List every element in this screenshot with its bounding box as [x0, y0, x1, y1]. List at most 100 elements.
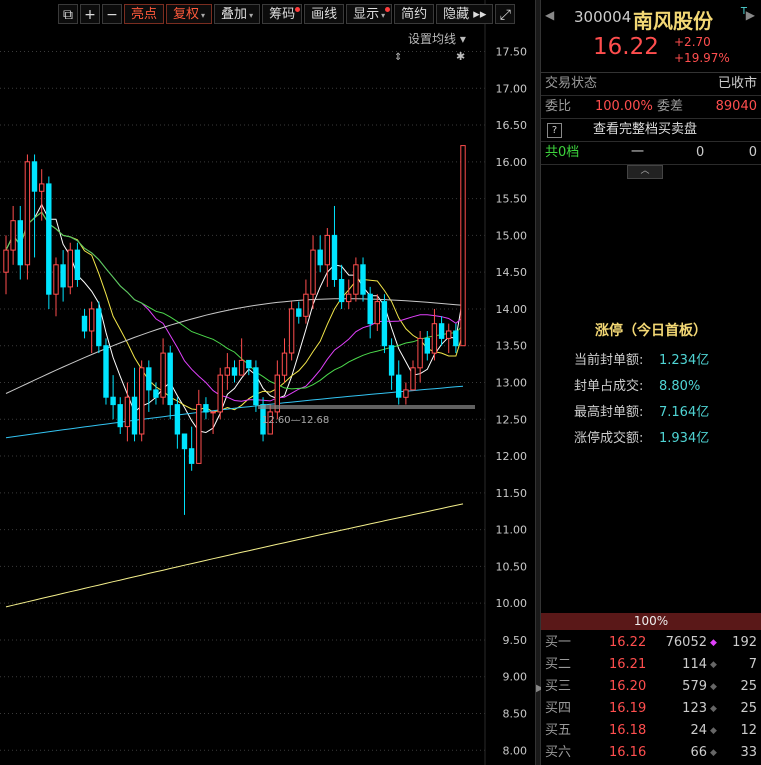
candle-body [31, 161, 38, 192]
y-tick-label: 10.00 [496, 597, 528, 610]
kline-chart[interactable]: 17.50 17.00 16.50 16.00 15.50 15.00 14.50 14.00… [0, 0, 535, 765]
toolbar-draw-button[interactable]: 画线 [304, 4, 345, 24]
candle-body [310, 249, 316, 295]
y-tick-label: 14.50 [496, 266, 528, 279]
candle-body [167, 352, 173, 406]
bid-price: 16.21 [609, 657, 647, 672]
bid-orders: 25 [740, 679, 757, 694]
toolbar-zoom-in-icon[interactable]: + [80, 4, 100, 24]
toolbar-chips-button[interactable]: 筹码 [262, 4, 303, 24]
y-tick-label: 12.50 [496, 413, 528, 426]
candle-body [253, 367, 259, 406]
candle-body [453, 330, 459, 347]
chevron-down-icon: ▾ [249, 11, 254, 20]
candle-body [174, 404, 181, 435]
candle-body [396, 374, 402, 398]
candle-body [188, 448, 195, 464]
bid-level-row[interactable]: 买五 16.18 24 ◆ 12 [541, 720, 761, 742]
candle-body [324, 234, 331, 266]
bid-volume: 114 [682, 657, 707, 672]
candle-body [46, 183, 52, 295]
bid-level-label: 买四 [545, 701, 572, 716]
chart-toolbar: ⧉ + − 亮点 复权 ▾ 叠加 ▾ 筹码 画线 显示 ▾ 简约 隐藏 ▸▸ ⤢ [58, 3, 517, 25]
diamond-icon: ◆ [710, 682, 717, 692]
candle-body [53, 264, 59, 295]
ma-setting-button[interactable]: 设置均线 ▾ [408, 30, 466, 47]
bid-orders: 192 [732, 635, 757, 650]
levels-row: 共0档 一 0 0 [541, 142, 761, 165]
bid-level-row[interactable]: 买六 16.16 66 ◆ 33 [541, 742, 761, 764]
toolbar-simple-button[interactable]: 简约 [394, 4, 435, 24]
ma250-line [5, 503, 464, 608]
bid-volume: 76052 [665, 635, 707, 650]
candle-body [374, 301, 381, 325]
candle-body [39, 183, 45, 192]
prev-stock-icon[interactable]: ◀ [545, 8, 554, 22]
candle-body [153, 389, 159, 398]
toolbar-fullscreen-icon[interactable]: ⤢ [495, 4, 516, 24]
candle-body [103, 345, 109, 398]
full-book-link[interactable]: 查看完整档买卖盘 [593, 119, 697, 141]
y-tick-label: 15.00 [496, 229, 528, 242]
bid-level-row[interactable]: 买一 16.22 76052 ◆ 192 [541, 632, 761, 654]
y-tick-label: 11.50 [496, 487, 528, 500]
limit-up-value: 7.164亿 [659, 405, 710, 420]
chevron-up-icon[interactable]: ︿ [627, 165, 663, 179]
settings-star-icon[interactable]: ✱ [456, 50, 465, 63]
toolbar-display-button[interactable]: 显示 ▾ [346, 4, 393, 24]
limit-up-info: 涨停（今日首板） 当前封单额: 1.234亿 封单占成交: 8.80% 最高封单额: 7.… [541, 320, 761, 452]
limit-up-value: 1.234亿 [659, 353, 710, 368]
y-tick-label: 9.50 [503, 634, 528, 647]
candle-body [238, 359, 245, 376]
limit-up-rows: 当前封单额: 1.234亿 封单占成交: 8.80% 最高封单额: 7.164亿 涨停成交额… [541, 348, 761, 452]
candle-body [131, 396, 138, 435]
candle-body [60, 264, 66, 288]
candle-body [181, 433, 188, 450]
toolbar-hide-button[interactable]: 隐藏 ▸▸ [436, 4, 494, 24]
weicha-label: 委差 [657, 99, 684, 114]
candle-body [381, 301, 388, 347]
candle-body [24, 161, 31, 266]
candle-body [410, 367, 416, 391]
expand-tab[interactable]: ︿ [541, 165, 761, 179]
chevron-down-icon: ▾ [381, 11, 386, 20]
kline-chart-area[interactable]: 17.50 17.00 16.50 16.00 15.50 15.00 14.50 14.00… [0, 0, 535, 765]
toolbar-lock-icon[interactable]: ⧉ [58, 4, 78, 24]
bid-orders: 33 [740, 745, 757, 760]
last-price: 16.22 [593, 34, 659, 60]
toolbar-highlight-button[interactable]: 亮点 [124, 4, 165, 24]
candle-body [67, 249, 73, 288]
y-tick-label: 15.50 [496, 193, 528, 206]
bid-level-row[interactable]: 买三 16.20 579 ◆ 25 [541, 676, 761, 698]
toolbar-zoom-out-icon[interactable]: − [102, 4, 122, 24]
bid-level-row[interactable]: 买四 16.19 123 ◆ 25 [541, 698, 761, 720]
bid-level-label: 买一 [545, 635, 572, 650]
bid-price: 16.16 [609, 745, 647, 760]
toolbar-adjust-button[interactable]: 复权 ▾ [166, 4, 213, 24]
candle-body [160, 352, 166, 398]
diamond-icon: ◆ [710, 660, 717, 670]
notification-dot-icon [295, 7, 301, 12]
candle-body [460, 145, 466, 347]
bid-volume: 123 [682, 701, 707, 716]
limit-up-row: 当前封单额: 1.234亿 [541, 348, 761, 374]
next-stock-icon[interactable]: ▶ [746, 8, 755, 22]
bid-level-row[interactable]: 买二 16.21 114 ◆ 7 [541, 654, 761, 676]
bid-price: 16.20 [609, 679, 647, 694]
toolbar-overlay-button[interactable]: 叠加 ▾ [214, 4, 261, 24]
full-book-row[interactable]: ? 查看完整档买卖盘 [541, 119, 761, 142]
y-tick-label: 17.50 [496, 45, 528, 58]
y-tick-label: 8.50 [503, 708, 528, 721]
candle-body [446, 330, 452, 339]
limit-up-row: 封单占成交: 8.80% [541, 374, 761, 400]
y-tick-label: 9.00 [503, 671, 528, 684]
drag-handle-icon[interactable]: ⇕ [394, 52, 402, 63]
candle-body [224, 367, 231, 376]
toolbar-zoom-in-label: + [84, 7, 96, 23]
candle-body [346, 293, 352, 303]
candle-body [203, 404, 209, 413]
candle-body [288, 308, 295, 354]
question-icon[interactable]: ? [547, 123, 562, 138]
y-tick-label: 10.50 [496, 560, 528, 573]
y-tick-label: 13.50 [496, 340, 528, 353]
